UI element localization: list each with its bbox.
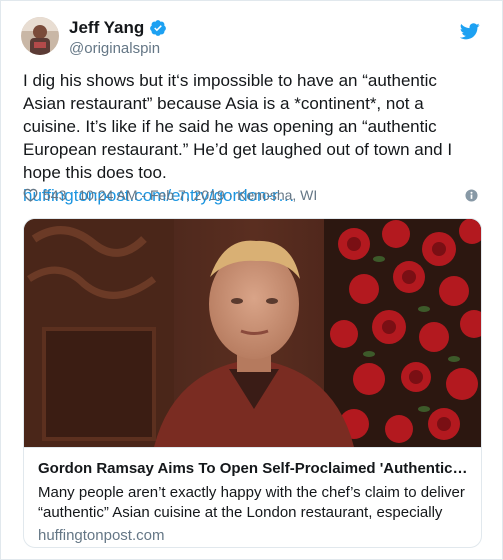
twitter-bird-icon[interactable] [459,23,480,40]
like-count[interactable]: 543 [43,187,66,203]
card-description: Many people aren’t exactly happy with th… [38,484,465,521]
card-body[interactable]: Gordon Ramsay Aims To Open Self-Proclaim… [24,447,481,547]
timestamp[interactable]: 10:24 AM - Feb 7, 2019 · Kenosha, WI [78,187,317,203]
article-photo[interactable] [24,219,481,447]
author-handle[interactable]: @originalspin [69,40,160,57]
info-icon[interactable] [465,189,478,202]
card-title[interactable]: Gordon Ramsay Aims To Open Self-Proclaim… [38,459,469,479]
verified-badge-icon [149,19,167,37]
author-name[interactable]: Jeff Yang [69,18,144,38]
author-name-row[interactable]: Jeff Yang [69,18,167,38]
avatar[interactable] [21,17,59,55]
card-domain: huffingtonpost.com [38,527,165,544]
heart-icon[interactable] [23,188,38,202]
tweet-text: I dig his shows but it‘s impossible to h… [23,71,453,182]
tweet-embed: Jeff Yang @originalspin I dig his shows … [0,0,503,560]
link-card[interactable]: Gordon Ramsay Aims To Open Self-Proclaim… [23,218,482,548]
tweet-meta: 543 10:24 AM - Feb 7, 2019 · Kenosha, WI [23,187,317,203]
